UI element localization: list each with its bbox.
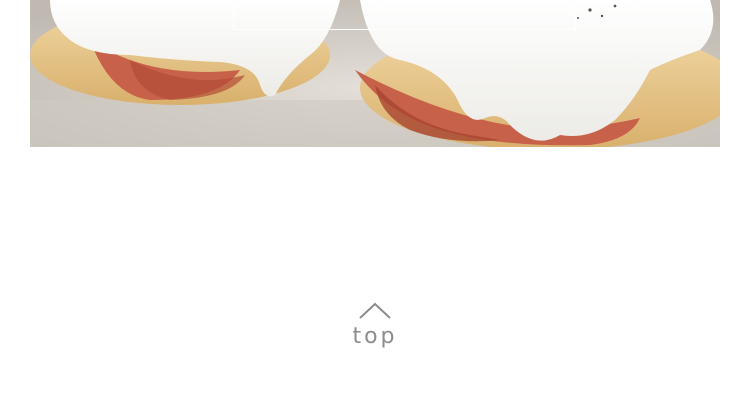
page: top <box>0 0 750 412</box>
hero-image <box>30 0 720 147</box>
back-to-top-label: top <box>352 324 398 349</box>
hero-banner-frame[interactable] <box>233 0 576 30</box>
back-to-top-button[interactable]: top <box>325 296 425 362</box>
chevron-up-icon <box>359 302 391 319</box>
